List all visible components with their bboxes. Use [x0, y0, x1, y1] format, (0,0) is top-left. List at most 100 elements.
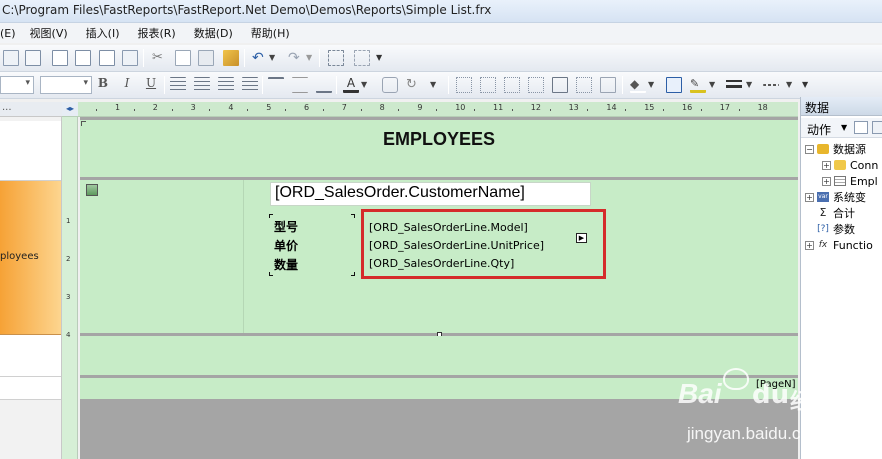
line-width-icon[interactable]: [726, 77, 742, 93]
border-bottom-icon[interactable]: [480, 77, 496, 93]
align-left-icon[interactable]: [170, 77, 186, 93]
menu-insert[interactable]: 插入(I): [86, 25, 120, 41]
border-left-icon[interactable]: [504, 77, 520, 93]
rotate-icon[interactable]: ↻: [406, 77, 422, 93]
ruler-tick-label: 15: [644, 103, 655, 112]
edit-icon[interactable]: [854, 121, 868, 134]
undo-dropdown-icon[interactable]: ▼: [269, 50, 277, 66]
fill-color-dropdown-icon[interactable]: ▼: [648, 77, 656, 93]
footer-band-node[interactable]: [0, 377, 61, 400]
highlight-icon[interactable]: [382, 77, 398, 93]
fill-color-icon[interactable]: ◆: [630, 77, 646, 93]
ungroup-icon[interactable]: [354, 50, 370, 66]
line-style-icon[interactable]: [763, 84, 779, 86]
copy-format-icon[interactable]: [175, 50, 191, 66]
border-top-icon[interactable]: [456, 77, 472, 93]
report-title-band[interactable]: EMPLOYEES: [80, 120, 798, 177]
delete-icon[interactable]: [872, 121, 882, 134]
group-icon[interactable]: [328, 50, 344, 66]
add-dialog-icon[interactable]: [122, 50, 138, 66]
expand-icon[interactable]: +: [805, 192, 814, 202]
ruler-dot: [700, 109, 702, 111]
add-page-icon[interactable]: [75, 50, 91, 66]
fill-settings-icon[interactable]: [666, 77, 682, 93]
menu-report[interactable]: 报表(R): [137, 25, 175, 41]
undo-icon[interactable]: ↶: [252, 50, 268, 66]
tree-item[interactable]: + fx Functio: [805, 237, 873, 253]
align-right-icon[interactable]: [218, 77, 234, 93]
page-settings-icon[interactable]: [52, 50, 68, 66]
print-preview-icon[interactable]: [25, 50, 41, 66]
data-panel-header: 数据: [801, 97, 882, 116]
tree-item[interactable]: + Conn: [822, 157, 878, 173]
data-band[interactable]: [ORD_SalesOrder.CustomerName] 型号 单价 数量 […: [80, 180, 798, 333]
copy-icon[interactable]: [3, 50, 19, 66]
report-title-band-node[interactable]: [0, 121, 61, 181]
align-top-icon[interactable]: [268, 77, 284, 93]
ruler-corner[interactable]: ◂▸: [62, 102, 78, 117]
label-model: 型号: [274, 220, 299, 234]
ruler-dot: [511, 109, 513, 111]
border-all-icon[interactable]: [552, 77, 568, 93]
font-name-dropdown[interactable]: [0, 76, 34, 94]
delete-page-icon[interactable]: [99, 50, 115, 66]
tree-item[interactable]: Σ 合计: [805, 205, 855, 221]
underline-button[interactable]: U: [144, 76, 158, 90]
cut-icon[interactable]: ✂: [152, 50, 168, 66]
report-design-canvas[interactable]: EMPLOYEES [ORD_SalesOrder.CustomerName] …: [80, 117, 798, 459]
ruler-tick-label: 4: [66, 331, 71, 339]
customer-name-field[interactable]: [ORD_SalesOrder.CustomerName]: [270, 182, 591, 206]
footer-band[interactable]: [PageN]: [80, 378, 798, 399]
picture-object-icon[interactable]: [86, 184, 98, 196]
parameter-icon: [?]: [817, 224, 829, 234]
italic-button[interactable]: I: [120, 76, 134, 90]
toolbar2-overflow-icon[interactable]: ▼: [802, 77, 811, 93]
font-size-dropdown[interactable]: [40, 76, 92, 94]
data-band-node[interactable]: ployees: [0, 181, 61, 335]
line-style-dropdown-icon[interactable]: ▼: [786, 77, 794, 93]
labels-frame[interactable]: 型号 单价 数量: [269, 214, 355, 276]
tree-item-label: 数据源: [833, 143, 866, 156]
menu-data[interactable]: 数据(D): [194, 25, 233, 41]
text-color-dropdown-icon[interactable]: ▼: [361, 77, 369, 93]
align-bottom-icon[interactable]: [316, 77, 332, 93]
bold-button[interactable]: B: [96, 76, 110, 90]
expand-icon[interactable]: +: [822, 160, 831, 170]
tree-item[interactable]: + Empl: [822, 173, 878, 189]
menu-view[interactable]: 视图(V): [30, 25, 68, 41]
border-right-icon[interactable]: [528, 77, 544, 93]
expand-icon[interactable]: +: [805, 240, 814, 250]
tree-item[interactable]: + var 系统变: [805, 189, 866, 205]
menu-edit[interactable]: (E): [0, 27, 16, 40]
border-settings-icon[interactable]: [600, 77, 616, 93]
tree-item[interactable]: − 数据源: [805, 141, 866, 157]
report-title[interactable]: EMPLOYEES: [80, 129, 798, 150]
tree-item[interactable]: [?] 参数: [805, 221, 855, 237]
ruler-tick-label: 11: [493, 103, 504, 112]
collapse-icon[interactable]: −: [805, 144, 814, 154]
actions-dropdown-icon[interactable]: ▼: [841, 123, 847, 132]
align-center-icon[interactable]: [194, 77, 210, 93]
text-color-icon[interactable]: A: [343, 77, 359, 93]
expand-icon[interactable]: +: [822, 176, 831, 186]
line-color-icon[interactable]: ✎: [690, 77, 706, 93]
page-footer-band[interactable]: [80, 336, 798, 375]
menu-help[interactable]: 帮助(H): [251, 25, 290, 41]
toolbar-overflow-icon[interactable]: ▼: [376, 50, 385, 66]
page-number-field[interactable]: [PageN]: [756, 379, 796, 390]
line-width-dropdown-icon[interactable]: ▼: [746, 77, 754, 93]
pane-header: ...: [0, 102, 62, 117]
redo-icon[interactable]: ↷: [288, 50, 304, 66]
format-painter-icon[interactable]: [223, 50, 239, 66]
ruler-tick-label: 1: [115, 103, 121, 112]
label-qty: 数量: [274, 258, 299, 272]
actions-dropdown[interactable]: 动作: [807, 121, 831, 138]
paste-icon[interactable]: [198, 50, 214, 66]
redo-dropdown-icon[interactable]: ▼: [306, 50, 314, 66]
page-footer-node[interactable]: [0, 335, 61, 377]
line-color-dropdown-icon[interactable]: ▼: [709, 77, 717, 93]
border-none-icon[interactable]: [576, 77, 592, 93]
align-middle-icon[interactable]: [292, 77, 308, 93]
tb2-dropdown-icon[interactable]: ▼: [430, 77, 438, 93]
justify-icon[interactable]: [242, 77, 258, 93]
